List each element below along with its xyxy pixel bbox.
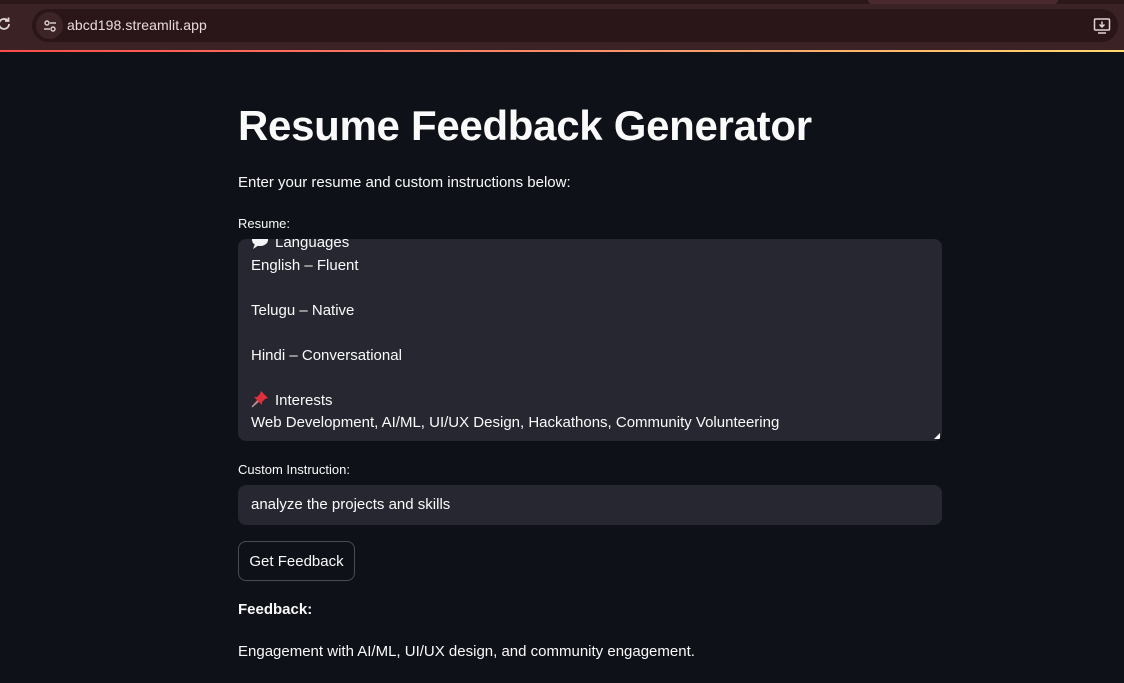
url-text[interactable]: abcd198.streamlit.app bbox=[67, 17, 207, 33]
feedback-text: Engagement with AI/ML, UI/UX design, and… bbox=[238, 643, 695, 660]
resume-line bbox=[251, 277, 930, 300]
browser-tab[interactable] bbox=[868, 0, 1058, 4]
resume-line: Telugu – Native bbox=[251, 301, 355, 319]
resume-line: Web Development, AI/ML, UI/UX Design, Ha… bbox=[251, 414, 780, 431]
resume-label: Resume: bbox=[238, 216, 291, 231]
page-title: Resume Feedback Generator bbox=[238, 102, 812, 149]
resume-line: Interests bbox=[251, 390, 930, 413]
get-feedback-button[interactable]: Get Feedback bbox=[238, 541, 355, 581]
resume-textarea[interactable]: Languages English – Fluent Telugu – Nati… bbox=[238, 239, 942, 441]
instruction-value[interactable]: analyze the projects and skills bbox=[251, 496, 450, 513]
browser-toolbar: abcd198.streamlit.app bbox=[0, 0, 1124, 50]
resume-line bbox=[251, 367, 930, 390]
resume-line: Languages bbox=[251, 239, 930, 255]
instruction-label: Custom Instruction: bbox=[238, 462, 350, 477]
install-app-icon[interactable] bbox=[1093, 17, 1111, 35]
pushpin-icon bbox=[251, 390, 268, 407]
app-header-decoration bbox=[0, 50, 1124, 52]
resume-line: English – Fluent bbox=[251, 256, 359, 274]
address-bar[interactable]: abcd198.streamlit.app bbox=[32, 9, 1118, 42]
speech-bubble-icon bbox=[252, 239, 268, 249]
resume-line bbox=[251, 322, 930, 345]
resize-handle-icon[interactable] bbox=[934, 433, 940, 439]
page-subtitle: Enter your resume and custom instruction… bbox=[238, 174, 571, 191]
resume-text[interactable]: Languages English – Fluent Telugu – Nati… bbox=[251, 239, 930, 435]
site-info-icon[interactable] bbox=[36, 12, 63, 39]
instruction-input[interactable]: analyze the projects and skills bbox=[238, 485, 942, 525]
reload-icon[interactable] bbox=[0, 14, 14, 34]
resume-line: Hindi – Conversational bbox=[251, 346, 402, 364]
feedback-heading: Feedback: bbox=[238, 601, 313, 618]
